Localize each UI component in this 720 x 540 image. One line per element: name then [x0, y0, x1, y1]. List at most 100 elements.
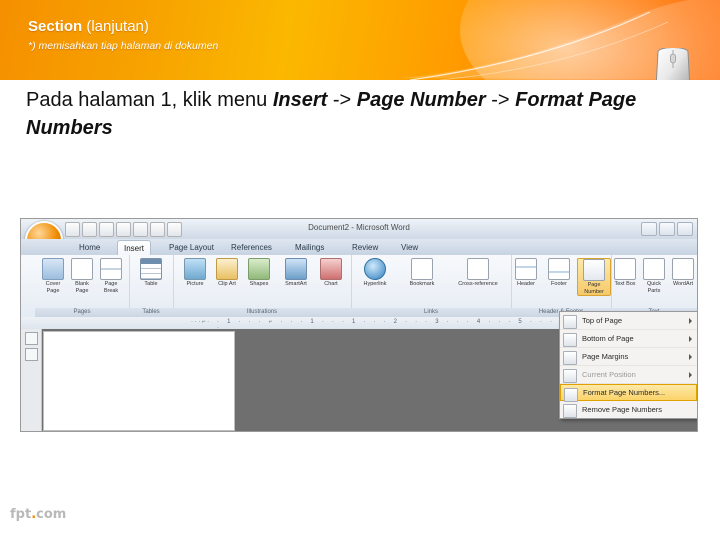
left-toolbar-button-2[interactable] — [24, 348, 38, 361]
cover-page-button[interactable]: Cover Page — [40, 258, 66, 294]
footer-icon — [548, 258, 570, 280]
left-toolbar-button-1[interactable] — [24, 332, 38, 345]
tables-buttons: Table — [138, 255, 164, 288]
quick-parts-label: Quick Parts — [646, 281, 662, 294]
menu-item-top-of-page[interactable]: Top of Page — [560, 312, 697, 330]
clip-art-button[interactable]: Clip Art — [214, 258, 240, 288]
word-screenshot: Document2 - Microsoft Word Home Insert P… — [20, 218, 698, 432]
cover-page-label: Cover Page — [45, 281, 61, 294]
maximize-button[interactable] — [659, 222, 675, 236]
chart-icon — [320, 258, 342, 280]
shapes-label: Shapes — [249, 281, 269, 287]
tab-mailings[interactable]: Mailings — [289, 240, 330, 255]
menu-item-bottom-of-page[interactable]: Bottom of Page — [560, 330, 697, 348]
page-title-rest: (lanjutan) — [86, 18, 149, 35]
wordart-button[interactable]: WordArt — [670, 258, 696, 288]
instruction-part-1: Pada halaman 1, klik menu — [26, 89, 273, 111]
remove-page-numbers-icon — [563, 403, 577, 418]
pages-buttons: Cover Page Blank Page Page Break — [40, 255, 124, 294]
document-title: Document2 - Microsoft Word — [308, 223, 410, 232]
menu-item-page-margins-label: Page Margins — [582, 352, 629, 361]
tab-home[interactable]: Home — [73, 240, 106, 255]
window-controls[interactable] — [641, 222, 693, 236]
cross-reference-button[interactable]: Cross-reference — [448, 258, 508, 288]
group-label-illustrations: Illustrations — [173, 308, 351, 317]
wordart-label: WordArt — [672, 281, 694, 287]
page-number-dropdown-menu[interactable]: Top of Page Bottom of Page Page Margins … — [559, 311, 697, 419]
menu-item-remove-page-numbers-label: Remove Page Numbers — [582, 405, 663, 414]
blank-page-button[interactable]: Blank Page — [69, 258, 95, 294]
page-number-icon — [583, 259, 605, 281]
menu-item-remove-page-numbers[interactable]: Remove Page Numbers — [560, 401, 697, 418]
group-label-pages: Pages — [35, 308, 129, 317]
smartart-button[interactable]: SmartArt — [278, 258, 314, 288]
current-position-icon — [563, 368, 577, 383]
picture-label: Picture — [186, 281, 204, 287]
group-label-links: Links — [351, 308, 511, 317]
quick-parts-button[interactable]: Quick Parts — [641, 258, 667, 294]
submenu-arrow-icon — [689, 318, 692, 324]
footer-brand: fpt.com — [10, 507, 66, 522]
shapes-button[interactable]: Shapes — [243, 258, 275, 288]
hyperlink-label: Hyperlink — [363, 281, 387, 287]
header-button[interactable]: Header — [511, 258, 541, 288]
document-page[interactable] — [43, 331, 235, 431]
page-number-label: Page Number — [584, 282, 604, 295]
menu-item-format-page-numbers[interactable]: Format Page Numbers... — [560, 384, 697, 402]
ribbon-group-pages: Cover Page Blank Page Page Break Pages — [35, 255, 130, 317]
menu-item-top-of-page-label: Top of Page — [582, 316, 623, 325]
chart-button[interactable]: Chart — [317, 258, 345, 288]
text-box-icon — [614, 258, 636, 280]
text-box-label: Text Box — [614, 281, 636, 287]
page-number-button[interactable]: Page Number — [577, 258, 611, 296]
tab-view[interactable]: View — [395, 240, 424, 255]
picture-button[interactable]: Picture — [179, 258, 211, 288]
page-margins-icon — [563, 350, 577, 365]
cover-page-icon — [42, 258, 64, 280]
bookmark-label: Bookmark — [409, 281, 435, 287]
menu-item-page-margins[interactable]: Page Margins — [560, 348, 697, 366]
table-button[interactable]: Table — [138, 258, 164, 288]
quick-parts-icon — [643, 258, 665, 280]
menu-item-current-position-label: Current Position — [582, 370, 636, 379]
ribbon: Cover Page Blank Page Page Break Pages T… — [21, 255, 697, 318]
page-break-button[interactable]: Page Break — [98, 258, 124, 294]
smartart-label: SmartArt — [285, 281, 307, 287]
clip-art-icon — [216, 258, 238, 280]
tab-insert[interactable]: Insert — [117, 240, 152, 256]
close-button[interactable] — [677, 222, 693, 236]
tab-page-layout[interactable]: Page Layout — [163, 240, 220, 255]
blank-page-label: Blank Page — [75, 281, 89, 294]
footer-button[interactable]: Footer — [544, 258, 574, 288]
hyperlink-button[interactable]: Hyperlink — [354, 258, 396, 288]
instruction-menu-insert: Insert — [272, 89, 328, 111]
ruler-left-marks: · · · ⌐ · — [191, 319, 210, 325]
tab-references[interactable]: References — [225, 240, 278, 255]
header-icon — [515, 258, 537, 280]
page-subtitle: *) memisahkan tiap halaman di dokumen — [28, 40, 219, 52]
minimize-button[interactable] — [641, 222, 657, 236]
footer-brand-name: fpt — [10, 507, 32, 522]
ribbon-group-text: Text Box Quick Parts WordArt Text — [611, 255, 697, 317]
page-break-label: Page Break — [103, 281, 119, 294]
menu-item-current-position[interactable]: Current Position — [560, 366, 697, 384]
page-title: Section (lanjutan) — [28, 18, 218, 36]
ribbon-group-illustrations: Picture Clip Art Shapes SmartArt Chart I… — [173, 255, 352, 317]
text-box-button[interactable]: Text Box — [612, 258, 638, 288]
footer-label: Footer — [551, 281, 567, 287]
header-footer-buttons: Header Footer Page Number — [511, 255, 611, 296]
instruction-sep-2: -> — [485, 89, 516, 111]
menu-item-format-page-numbers-label: Format Page Numbers... — [583, 388, 666, 397]
illustrations-buttons: Picture Clip Art Shapes SmartArt Chart — [179, 255, 345, 288]
ribbon-tab-strip[interactable]: Home Insert Page Layout References Maili… — [21, 239, 697, 256]
page-title-bold: Section — [28, 18, 83, 35]
tab-review[interactable]: Review — [346, 240, 384, 255]
left-toolbar[interactable] — [21, 329, 42, 431]
blank-page-icon — [71, 258, 93, 280]
top-of-page-icon — [563, 314, 577, 329]
chart-label: Chart — [324, 281, 338, 287]
header-label: Header — [516, 281, 536, 287]
instruction-paragraph: Pada halaman 1, klik menu Insert -> Page… — [26, 86, 666, 142]
shapes-icon — [248, 258, 270, 280]
bookmark-button[interactable]: Bookmark — [399, 258, 445, 288]
